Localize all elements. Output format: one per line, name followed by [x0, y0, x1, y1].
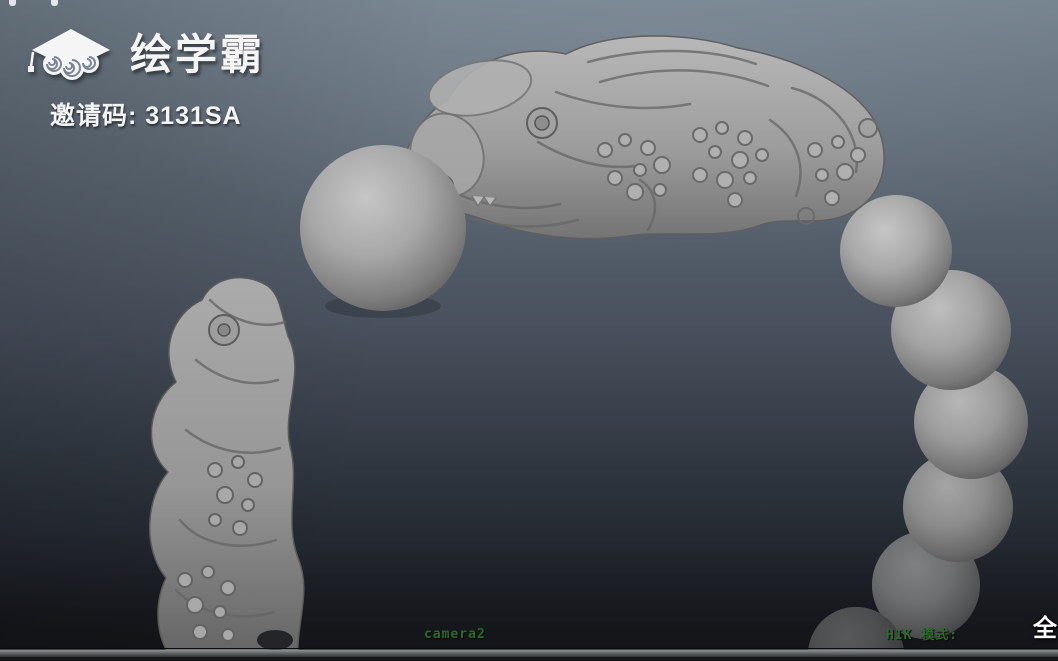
graduation-cap-cloud-icon	[28, 29, 110, 80]
watermark: 绘学霸 邀请码: 3131SA	[28, 26, 265, 132]
cropped-glyph-fragment	[9, 0, 16, 6]
hud-camera-name: camera2	[424, 627, 486, 642]
large-bead-sphere[interactable]	[300, 145, 466, 318]
viewport[interactable]: 绘学霸 邀请码: 3131SA camera2 HIK 模式: 全	[0, 0, 1058, 661]
bottom-bar	[0, 648, 1058, 661]
bottom-bar-edge	[0, 657, 1058, 661]
bead-chain[interactable]	[808, 195, 1028, 661]
brand-name: 绘学霸	[130, 31, 266, 78]
cropped-glyph-fragment	[51, 0, 58, 6]
carved-strand-left[interactable]	[149, 276, 305, 659]
hud-corner-label: 全	[1033, 615, 1057, 642]
bottom-scrollbar[interactable]	[0, 648, 1058, 657]
hud-mode-label: HIK 模式:	[886, 628, 959, 643]
invite-code: 邀请码: 3131SA	[50, 102, 242, 130]
bead-sphere[interactable]	[840, 195, 952, 307]
carved-head-top[interactable]	[397, 35, 885, 240]
